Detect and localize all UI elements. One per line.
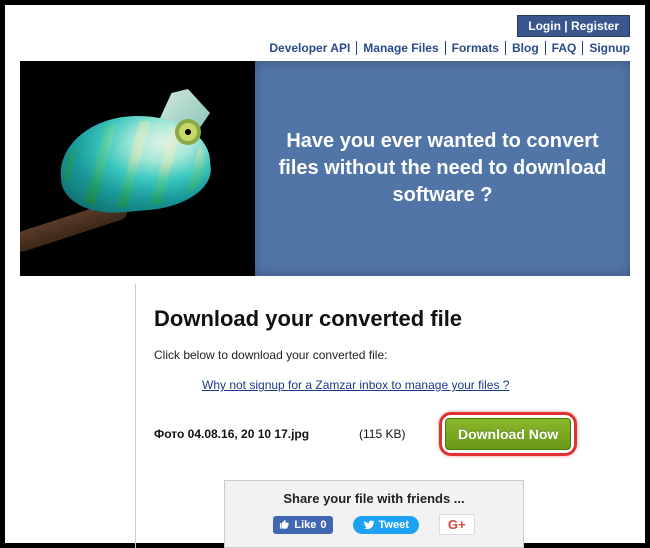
top-bar: Login | Register xyxy=(20,15,630,37)
auth-box: Login | Register xyxy=(517,15,630,37)
register-link[interactable]: Register xyxy=(571,19,619,33)
fb-like-count: 0 xyxy=(320,519,326,531)
nav-manage-files[interactable]: Manage Files xyxy=(357,41,445,55)
tweet-label: Tweet xyxy=(379,519,409,531)
main-content: Download your converted file Click below… xyxy=(135,284,630,548)
file-row: Фото 04.08.16, 20 10 17.jpg (115 KB) Dow… xyxy=(154,412,630,456)
page-frame: Login | Register Developer API Manage Fi… xyxy=(0,0,650,548)
auth-separator: | xyxy=(564,19,571,33)
share-buttons-row: Like 0 Tweet G+ xyxy=(237,514,511,535)
download-highlight: Download Now xyxy=(439,412,577,456)
nav-developer-api[interactable]: Developer API xyxy=(263,41,357,55)
hero-headline: Have you ever wanted to convert files wi… xyxy=(277,128,608,209)
page-title: Download your converted file xyxy=(154,306,630,332)
login-link[interactable]: Login xyxy=(528,19,561,33)
file-name: Фото 04.08.16, 20 10 17.jpg xyxy=(154,427,349,441)
share-title: Share your file with friends ... xyxy=(237,491,511,506)
nav-formats[interactable]: Formats xyxy=(446,41,506,55)
subtitle-text: Click below to download your converted f… xyxy=(154,348,630,362)
file-size: (115 KB) xyxy=(359,427,429,441)
hero-banner: Have you ever wanted to convert files wi… xyxy=(20,61,630,276)
share-box: Share your file with friends ... Like 0 … xyxy=(224,480,524,548)
hero-text-panel: Have you ever wanted to convert files wi… xyxy=(255,61,630,276)
fb-like-label: Like xyxy=(294,519,316,531)
nav-blog[interactable]: Blog xyxy=(506,41,546,55)
twitter-icon xyxy=(363,519,375,531)
signup-promo-link[interactable]: Why not signup for a Zamzar inbox to man… xyxy=(202,378,630,392)
facebook-like-button[interactable]: Like 0 xyxy=(273,516,332,534)
nav-signup[interactable]: Signup xyxy=(583,41,630,55)
nav-faq[interactable]: FAQ xyxy=(546,41,584,55)
google-plus-icon: G+ xyxy=(448,517,466,532)
top-nav: Developer API Manage Files Formats Blog … xyxy=(20,41,630,55)
twitter-tweet-button[interactable]: Tweet xyxy=(353,516,419,534)
download-now-button[interactable]: Download Now xyxy=(445,418,571,450)
hero-image-chameleon xyxy=(20,61,255,276)
google-plus-button[interactable]: G+ xyxy=(439,514,475,535)
thumbs-up-icon xyxy=(279,519,290,530)
